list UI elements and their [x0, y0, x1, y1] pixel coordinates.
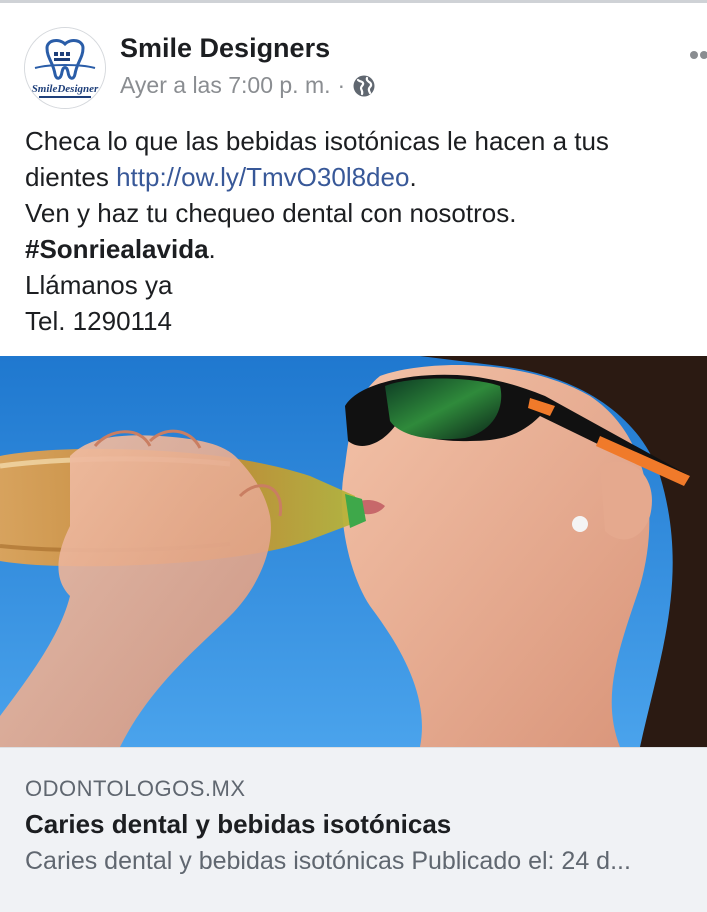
post-meta: Ayer a las 7:00 p. m. · [120, 72, 376, 99]
post-link[interactable]: http://ow.ly/TmvO30l8deo [116, 162, 409, 192]
hashtag-link[interactable]: #Sonriealavida [25, 234, 209, 264]
woman-drinking-bottle-photo [0, 356, 707, 747]
link-preview-title[interactable]: Caries dental y bebidas isotónicas [25, 809, 451, 840]
post-text-line: Tel. 1290114 [25, 306, 172, 336]
link-preview-description: Caries dental y bebidas isotónicas Publi… [25, 847, 631, 875]
meta-separator: · [337, 72, 346, 98]
post-header: SmileDesigner Smile Designers Ayer a las… [0, 3, 707, 115]
page-name[interactable]: Smile Designers [120, 33, 330, 64]
link-preview-image[interactable] [0, 356, 707, 747]
link-preview-domain: ODONTOLOGOS.MX [25, 776, 246, 801]
page-avatar[interactable]: SmileDesigner [24, 27, 106, 109]
logo-wordmark: SmileDesigner [32, 83, 99, 95]
post-timestamp[interactable]: Ayer a las 7:00 p. m. [120, 72, 331, 99]
post-text-line: Checa lo que las bebidas isotónicas le h… [25, 126, 609, 156]
post-text-line: Llámanos ya [25, 270, 173, 300]
globe-icon[interactable] [352, 74, 376, 98]
more-options-icon[interactable] [690, 47, 707, 61]
post-body: Checa lo que las bebidas isotónicas le h… [25, 123, 695, 339]
post-text-line: dientes http://ow.ly/TmvO30l8deo. [25, 162, 417, 192]
post-text-line: Ven y haz tu chequeo dental con nosotros… [25, 198, 517, 228]
post-text-line: #Sonriealavida. [25, 234, 216, 264]
link-preview-card[interactable]: ODONTOLOGOS.MX Caries dental y bebidas i… [0, 747, 707, 912]
smile-designers-logo: SmileDesigner [25, 28, 105, 108]
